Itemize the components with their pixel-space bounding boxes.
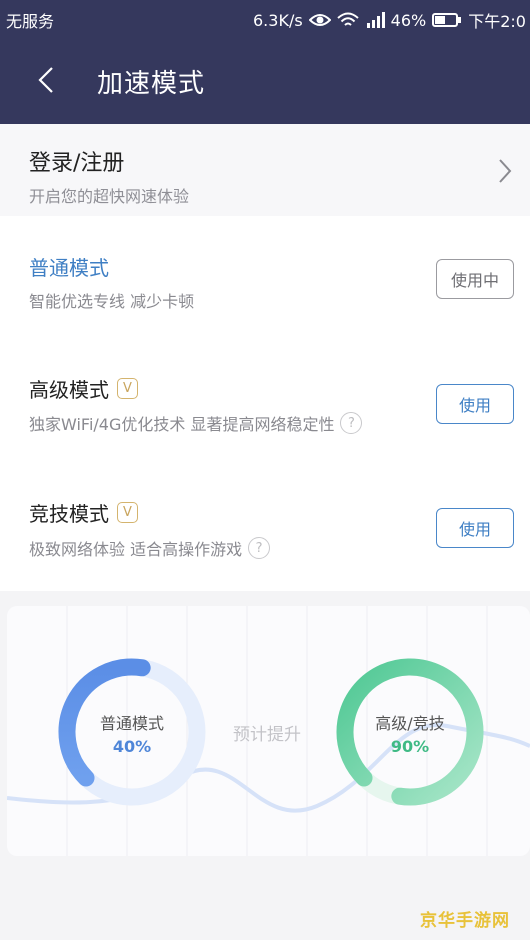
battery-icon [432,12,462,28]
chevron-right-icon [499,159,512,183]
status-bar: 无服务 6.3K/s 46% 下午2:0 [0,0,530,36]
page-title: 加速模式 [97,69,206,99]
speed-comparison-card: 普通模式 40% 预计提升 高级/竞技 90% [7,606,530,856]
ring-value-normal: 40% [112,737,152,756]
back-button[interactable] [26,60,66,100]
mode-name-text: 普通模式 [29,256,109,280]
mode-row-normal: 普通模式 智能优选专线 减少卡顿 使用中 [0,216,530,326]
network-speed: 6.3K/s [253,10,303,30]
status-right: 6.3K/s 46% 下午2:0 [253,8,526,32]
mode-row-competitive: 竞技模式 V 极致网络体验 适合高操作游戏 ? 使用 [0,464,530,574]
mode-name-normal: 普通模式 [29,252,109,281]
in-use-button[interactable]: 使用中 [436,259,514,299]
vip-badge-icon: V [117,502,138,523]
mode-desc-advanced: 独家WiFi/4G优化技术 显著提高网络稳定性 ? [29,411,363,435]
ring-value-advanced: 90% [390,737,430,756]
help-icon[interactable]: ? [340,412,363,434]
login-register-entry[interactable]: 登录/注册 开启您的超快网速体验 [0,124,530,216]
use-button-competitive[interactable]: 使用 [436,508,514,548]
eye-icon [308,12,331,28]
mode-desc-text: 极致网络体验 适合高操作游戏 [29,540,243,559]
use-button-advanced[interactable]: 使用 [436,384,514,424]
mode-desc-competitive: 极致网络体验 适合高操作游戏 ? [29,536,271,560]
ring-label-advanced: 高级/竞技 [375,714,445,733]
signal-icon [365,12,385,28]
watermark-text: 京华手游网 [420,911,510,931]
mode-desc-text: 智能优选专线 减少卡顿 [29,292,195,311]
login-title: 登录/注册 [29,151,125,176]
mode-desc-normal: 智能优选专线 减少卡顿 [29,288,194,312]
ring-label-normal: 普通模式 [99,714,164,733]
mode-name-competitive: 竞技模式 V [29,498,138,527]
mode-row-advanced: 高级模式 V 独家WiFi/4G优化技术 显著提高网络稳定性 ? 使用 [0,340,530,450]
app-header: 加速模式 [0,36,530,124]
mode-list: 普通模式 智能优选专线 减少卡顿 使用中 高级模式 V 独家WiFi/4G优化技… [0,216,530,591]
login-subtitle: 开启您的超快网速体验 [29,187,190,206]
mode-name-text: 高级模式 [29,378,109,402]
help-icon[interactable]: ? [248,537,271,559]
vip-badge-icon: V [117,378,138,399]
mode-name-advanced: 高级模式 V [29,374,138,403]
clock: 下午2:0 [468,12,526,31]
estimated-boost-label: 预计提升 [233,725,301,745]
carrier-text: 无服务 [6,12,55,31]
mode-desc-text: 独家WiFi/4G优化技术 显著提高网络稳定性 [29,415,335,434]
wifi-icon [337,12,359,28]
battery-level: 46% [390,10,427,30]
chevron-left-icon [38,67,53,93]
mode-name-text: 竞技模式 [29,502,109,526]
